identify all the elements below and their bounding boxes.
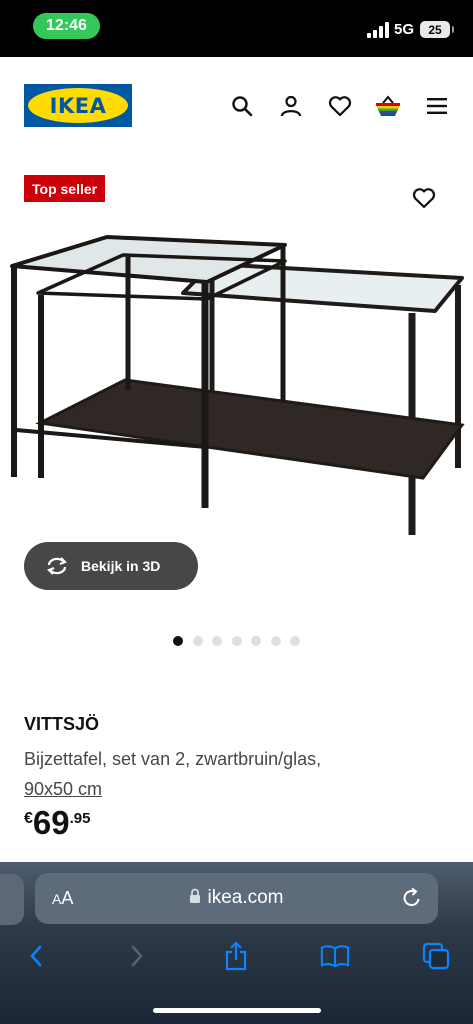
product-size-link[interactable]: 90x50 cm	[24, 779, 102, 799]
status-bar: 12:46 5G 25	[0, 0, 473, 57]
signal-icon	[367, 22, 389, 38]
back-icon[interactable]	[21, 941, 51, 971]
price-integer: 69	[32, 804, 70, 841]
carousel-dot[interactable]	[231, 636, 242, 646]
rotate-3d-icon	[47, 557, 67, 575]
carousel-dot[interactable]	[192, 636, 203, 646]
logo-text: IKEA	[49, 93, 107, 118]
carousel-dot[interactable]	[270, 636, 281, 646]
lock-icon	[190, 888, 201, 903]
account-icon[interactable]	[278, 93, 304, 119]
carousel-dot[interactable]	[251, 636, 261, 646]
site-header: IKEA	[0, 57, 473, 167]
favourite-button[interactable]	[401, 175, 447, 221]
carousel-dot[interactable]	[173, 636, 183, 646]
safari-toolbar: AA ikea.com	[0, 862, 473, 1024]
product-image[interactable]	[0, 225, 473, 545]
heart-icon[interactable]	[327, 93, 353, 119]
heart-icon	[412, 188, 436, 209]
ikea-logo[interactable]: IKEA	[24, 84, 132, 127]
view-in-3d-button[interactable]: Bekijk in 3D	[24, 542, 198, 590]
bookmarks-icon[interactable]	[320, 941, 350, 971]
network-label: 5G	[394, 21, 415, 38]
status-time: 12:46	[33, 13, 100, 39]
carousel-dot[interactable]	[290, 636, 300, 646]
view-in-3d-label: Bekijk in 3D	[81, 558, 161, 574]
previous-tab-peek[interactable]	[0, 874, 24, 925]
top-seller-badge: Top seller	[24, 175, 106, 202]
address-bar[interactable]: AA ikea.com	[35, 873, 438, 924]
price-currency: €	[24, 810, 33, 827]
url-domain: ikea.com	[207, 887, 284, 908]
product-description: Bijzettafel, set van 2, zwartbruin/glas,…	[24, 744, 454, 804]
forward-icon[interactable]	[122, 941, 152, 971]
menu-icon[interactable]	[424, 93, 450, 119]
home-indicator[interactable]	[153, 1008, 321, 1013]
search-icon[interactable]	[229, 93, 255, 119]
product-type: Bijzettafel, set van 2, zwartbruin/glas,	[24, 749, 322, 769]
product-name: VITTSJÖ	[24, 714, 100, 734]
price-decimal: .95	[69, 810, 91, 827]
share-icon[interactable]	[221, 941, 251, 971]
battery-level: 25	[428, 22, 442, 37]
basket-icon[interactable]	[375, 93, 401, 119]
battery-icon: 25	[420, 21, 454, 38]
product-price: € 69 .95	[24, 804, 90, 842]
tabs-icon[interactable]	[421, 941, 451, 971]
reload-icon[interactable]	[401, 887, 423, 909]
image-carousel-dots	[173, 636, 300, 646]
carousel-dot[interactable]	[212, 636, 222, 646]
